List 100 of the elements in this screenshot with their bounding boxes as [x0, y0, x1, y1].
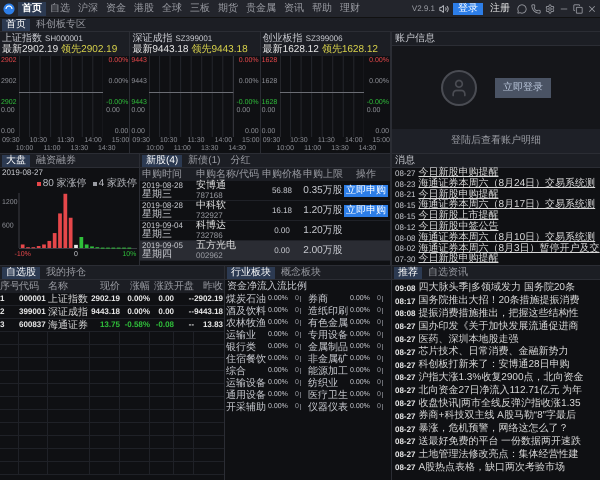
nav-tab[interactable]: 港股 — [130, 2, 158, 16]
nav-tab[interactable]: 全球 — [158, 2, 186, 16]
news-headline[interactable]: 送最好免费的平台 一份数据两开速跌 — [418, 436, 582, 448]
nav-tab[interactable]: 期货 — [214, 2, 242, 16]
tab[interactable]: 行业板块 — [227, 266, 275, 278]
close-icon[interactable] — [587, 4, 597, 14]
tab[interactable]: 概念板块 — [277, 266, 325, 278]
logo-icon — [3, 2, 15, 14]
news-headline[interactable]: A股热点表格，缺口两次考验市场 — [418, 462, 566, 474]
tab[interactable]: 自选资讯 — [424, 266, 472, 278]
news-date: 08-02 — [395, 244, 416, 254]
table-row[interactable]: 2019-09-04 星期三 科博达 732786 0.00 1.20万股 — [140, 221, 390, 241]
tab[interactable]: 推荐 — [394, 266, 422, 278]
table-cell: 2902.19 — [91, 293, 120, 305]
news-headline[interactable]: 土地管理法修改亮点：集体经营性建 — [418, 448, 578, 461]
nav-tab[interactable]: 资金 — [102, 2, 130, 16]
news-link[interactable]: 今日新股中签公告 — [418, 222, 498, 233]
nav-tab[interactable]: 自选 — [46, 2, 74, 16]
sector-name[interactable]: 纺织业 — [308, 378, 350, 388]
nav-tab[interactable]: 三板 — [186, 2, 214, 16]
legend-text: 80 家涨停 — [42, 178, 87, 189]
sector-name[interactable]: 金属制品 — [308, 342, 350, 352]
sector-name[interactable]: 能源加工 — [308, 366, 350, 376]
tab[interactable]: 分红 — [226, 154, 254, 166]
login-button[interactable]: 登录 — [453, 2, 483, 14]
news-link[interactable]: 今日新股上市提醒 — [418, 211, 498, 222]
sector-name[interactable]: 开采辅助 — [226, 402, 268, 412]
news-headline[interactable]: 科创板打新来了：安博通28日申购 — [418, 359, 570, 372]
chat-icon[interactable] — [517, 4, 527, 14]
news-time: 08:08 — [395, 309, 416, 318]
sector-name[interactable]: 酒及饮料 — [226, 306, 268, 316]
table-row[interactable]: 2019-08-28 星期三 中科软 732927 16.18 1.20万股 立即申购 — [140, 201, 390, 221]
news-headline[interactable]: 沪指大涨1.3%收复2900点，北向资金 — [418, 372, 584, 384]
sector-name[interactable]: 运输业 — [226, 330, 268, 340]
news-headline[interactable]: 医药、深圳本地股走强 — [418, 334, 518, 346]
table-cell: 9443.18 — [194, 306, 223, 318]
news-link[interactable]: 今日新股申购提醒 — [418, 168, 498, 179]
sector-name[interactable]: 运输设备 — [226, 378, 268, 388]
tab[interactable]: 我的持仓 — [42, 266, 90, 278]
sector-name[interactable]: 造纸印刷 — [308, 306, 350, 316]
nav-tab[interactable]: 资讯 — [280, 2, 308, 16]
tab[interactable]: 自选股 — [2, 266, 40, 278]
table-cell: 13.83 — [202, 319, 223, 331]
tab[interactable]: 新股(4) — [142, 154, 182, 166]
sector-name[interactable]: 农林牧渔 — [226, 318, 268, 328]
news-link[interactable]: 海通证券本周六（8月10日）交易系统测 — [418, 232, 596, 244]
tab[interactable]: 新债(1) — [184, 154, 224, 166]
news-headline[interactable]: 券商+科技双主线 A股马勒“8”字最后 — [418, 410, 576, 422]
news-link[interactable]: 海通证券本周六（8月24日）交易系统测 — [418, 178, 596, 190]
sector-name[interactable]: 银行类 — [226, 342, 268, 352]
phone-icon[interactable] — [531, 4, 541, 14]
sector-name[interactable]: 有色金属 — [308, 318, 350, 328]
tab[interactable]: 科创板专区 — [32, 18, 90, 30]
news-headline[interactable]: 暴涨，危机预警，网络这怎么了？ — [418, 423, 568, 436]
table-cell: 2.00万股 — [303, 245, 343, 256]
table-row[interactable]: 2019-08-28 星期三 安博通 787168 56.88 0.35万股 立即申购 — [140, 181, 390, 201]
nav-tab[interactable]: 理财 — [336, 2, 364, 16]
sector-name[interactable]: 非金属矿 — [308, 354, 350, 364]
news-link[interactable]: 海通证券本周六（8月3日）暂停开户及交 — [418, 244, 600, 254]
table-cell: 0.00% — [127, 293, 150, 305]
nav-tab[interactable]: 首页 — [18, 2, 46, 16]
news-headline[interactable]: 国务院推出大招！20条措施提振消费 — [418, 295, 580, 308]
tab[interactable]: 融资融券 — [32, 154, 80, 166]
table-cell-text: 787168 — [196, 191, 224, 200]
news-link[interactable]: 今日新股申购提醒 — [418, 254, 498, 266]
sector-name[interactable]: 煤炭石油 — [226, 294, 268, 304]
sector-name[interactable]: 专用设备 — [308, 330, 350, 340]
news-headline[interactable]: 提振消费措施推出，把握这些结构性 — [418, 308, 578, 320]
speaker-icon[interactable] — [439, 4, 449, 14]
news-headline[interactable]: 芯片技术、日常消费、金融新势力 — [418, 346, 568, 358]
login-now-button[interactable]: 立即登录 — [495, 78, 551, 98]
subscribe-button[interactable]: 立即申购 — [344, 184, 388, 196]
register-button[interactable]: 注册 — [487, 2, 513, 14]
nav-tab[interactable]: 沪深 — [74, 2, 102, 16]
restore-icon[interactable] — [573, 4, 583, 14]
settings-icon[interactable] — [545, 4, 555, 14]
news-date: 08-21 — [395, 190, 416, 200]
news-headline[interactable]: 收盘快讯|两市全线反弹沪指收涨1.35 — [418, 398, 581, 410]
sector-name[interactable]: 医疗卫生 — [308, 390, 350, 400]
index-name: 上证指数 — [2, 33, 42, 44]
nav-tab[interactable]: 贵金属 — [242, 2, 280, 16]
tab[interactable]: 大盘 — [2, 154, 30, 166]
lead-value: 领先9443.18 — [191, 44, 248, 55]
sector-name[interactable]: 仪器仪表 — [308, 402, 350, 412]
sector-name[interactable]: 综合 — [226, 366, 268, 376]
news-headline[interactable]: 国办印发《关于加快发展流通促进商 — [418, 320, 578, 333]
index-code: SZ399001 — [175, 34, 212, 44]
index-code: SZ399006 — [306, 34, 343, 44]
news-headline[interactable]: 北向资金27日净流入112.71亿元 为年 — [418, 384, 582, 397]
table-cell-text: 732927 — [196, 211, 223, 220]
nav-tab[interactable]: 帮助 — [308, 2, 336, 16]
sector-name[interactable]: 通用设备 — [226, 390, 268, 400]
tab[interactable]: 首页 — [2, 18, 30, 30]
subscribe-button[interactable]: 立即申购 — [344, 204, 388, 216]
news-link[interactable]: 今日新股申购提醒 — [418, 190, 498, 200]
sector-name[interactable]: 住宿餐饮 — [226, 354, 268, 364]
news-headline[interactable]: 四大脉头季|多领域发力 国务院20条 — [418, 282, 575, 294]
news-date: 08-15 — [395, 212, 416, 222]
table-cell: 0.00% — [127, 306, 150, 318]
sector-name[interactable]: 券商 — [308, 294, 350, 304]
